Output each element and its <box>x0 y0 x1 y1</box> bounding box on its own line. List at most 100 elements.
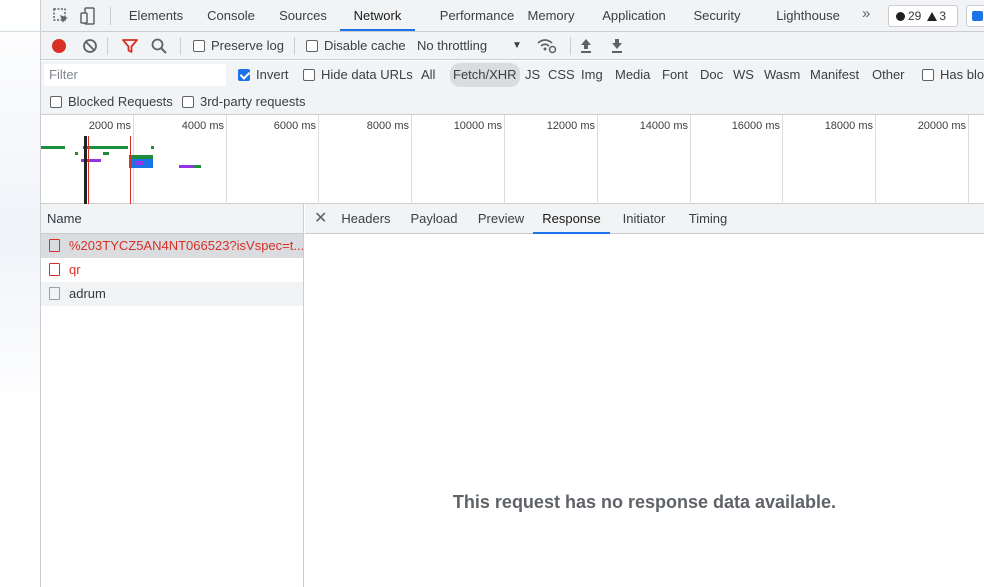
warning-triangle-icon <box>927 12 938 21</box>
error-dot-icon <box>896 12 905 21</box>
device-toolbar-icon[interactable] <box>79 6 99 26</box>
overview-grid-line <box>226 115 227 204</box>
has-blocked-cookies-checkbox[interactable]: Has blo <box>922 61 984 89</box>
filter-bar: Filter Invert Hide data URLs All Fetch/X… <box>41 61 984 115</box>
file-icon <box>49 239 60 252</box>
toolbar-separator <box>107 37 108 55</box>
type-filter-other[interactable]: Other <box>869 63 908 87</box>
download-icon[interactable] <box>610 38 624 54</box>
tab-network[interactable]: Network <box>340 0 415 31</box>
tab-payload[interactable]: Payload <box>406 204 462 234</box>
type-filter-media[interactable]: Media <box>612 63 653 87</box>
throttling-value: No throttling <box>417 38 488 53</box>
overview-tick-label: 16000 ms <box>731 120 780 132</box>
invert-checkbox[interactable]: Invert <box>238 61 289 89</box>
tab-sources[interactable]: Sources <box>271 0 335 31</box>
tab-application[interactable]: Application <box>595 0 673 31</box>
invert-label: Invert <box>256 67 289 82</box>
type-filter-css[interactable]: CSS <box>545 63 578 87</box>
overview-bar-green <box>41 146 65 149</box>
overview-tick-label: 10000 ms <box>453 120 502 132</box>
tabbar-separator <box>110 7 111 25</box>
toolbar-separator <box>180 37 181 55</box>
checkbox-box <box>193 40 205 52</box>
dom-content-loaded-line <box>84 136 87 204</box>
tab-lighthouse[interactable]: Lighthouse <box>769 0 847 31</box>
request-row[interactable]: qr <box>41 258 303 282</box>
load-event-line <box>130 136 131 204</box>
search-icon[interactable] <box>151 38 167 54</box>
request-details-pane: ✕ Headers Payload Preview Response Initi… <box>305 204 984 587</box>
overview-tick-label: 2000 ms <box>88 120 131 132</box>
hide-data-urls-checkbox[interactable]: Hide data URLs <box>303 61 413 89</box>
throttling-select[interactable]: No throttling ▼ <box>417 32 525 60</box>
overview-bar-green <box>151 146 154 149</box>
toolbar-separator <box>294 37 295 55</box>
devtools-panel: Elements Console Sources Network Perform… <box>41 0 984 587</box>
tab-initiator[interactable]: Initiator <box>615 204 673 234</box>
tab-headers[interactable]: Headers <box>337 204 395 234</box>
name-column-header[interactable]: Name <box>41 204 303 234</box>
tab-security[interactable]: Security <box>685 0 749 31</box>
filter-input[interactable]: Filter <box>44 64 226 86</box>
type-filter-manifest[interactable]: Manifest <box>807 63 862 87</box>
tab-response[interactable]: Response <box>533 204 610 234</box>
network-toolbar: Preserve log Disable cache No throttling… <box>41 32 984 60</box>
blocked-requests-checkbox[interactable]: Blocked Requests <box>50 88 173 116</box>
type-filter-fetch-xhr[interactable]: Fetch/XHR <box>450 63 520 87</box>
request-name: qr <box>69 262 81 277</box>
request-name: %203TYCZ5AN4NT066523?isVspec=t... <box>69 238 303 253</box>
tab-preview[interactable]: Preview <box>472 204 530 234</box>
clear-icon[interactable] <box>82 38 98 54</box>
overview-grid-line <box>690 115 691 204</box>
overview-grid-line <box>411 115 412 204</box>
preserve-log-checkbox[interactable]: Preserve log <box>193 32 284 60</box>
disable-cache-checkbox[interactable]: Disable cache <box>306 32 406 60</box>
inspect-element-icon[interactable] <box>51 6 71 26</box>
type-filter-img[interactable]: Img <box>578 63 606 87</box>
load-event-line <box>88 136 89 204</box>
message-icon <box>972 11 983 21</box>
overview-bar-green <box>103 152 109 155</box>
request-name: adrum <box>69 286 106 301</box>
tab-timing[interactable]: Timing <box>681 204 735 234</box>
empty-response-message: This request has no response data availa… <box>452 492 837 512</box>
more-tabs-chevron-icon[interactable]: » <box>862 5 870 22</box>
overview-grid-line <box>504 115 505 204</box>
request-row[interactable]: %203TYCZ5AN4NT066523?isVspec=t... <box>41 234 303 258</box>
third-party-requests-checkbox[interactable]: 3rd-party requests <box>182 88 306 116</box>
overview-grid-line <box>318 115 319 204</box>
request-row[interactable]: adrum <box>41 282 303 306</box>
filter-icon[interactable] <box>122 38 138 54</box>
close-icon[interactable]: ✕ <box>314 208 327 228</box>
type-filter-wasm[interactable]: Wasm <box>761 63 803 87</box>
overview-tick-label: 6000 ms <box>273 120 316 132</box>
overview-bar-green <box>83 146 128 149</box>
warning-count: 3 <box>939 9 947 23</box>
overview-grid-line <box>875 115 876 204</box>
tab-memory[interactable]: Memory <box>519 0 583 31</box>
tab-console[interactable]: Console <box>198 0 264 31</box>
upload-icon[interactable] <box>579 38 593 54</box>
checkbox-box-checked <box>238 69 250 81</box>
has-blocked-label: Has blo <box>940 67 984 82</box>
type-filter-font[interactable]: Font <box>659 63 691 87</box>
issues-button[interactable] <box>966 5 984 27</box>
tab-elements[interactable]: Elements <box>121 0 191 31</box>
type-filter-all[interactable]: All <box>418 63 438 87</box>
type-filter-js[interactable]: JS <box>522 63 543 87</box>
checkbox-box <box>182 96 194 108</box>
issue-counter[interactable]: 29 3 <box>888 5 958 27</box>
tab-performance[interactable]: Performance <box>421 0 533 31</box>
overview-bar-green <box>193 165 201 168</box>
type-filter-ws[interactable]: WS <box>730 63 757 87</box>
checkbox-box <box>306 40 318 52</box>
preserve-log-label: Preserve log <box>211 38 284 53</box>
overview-tick-label: 12000 ms <box>546 120 595 132</box>
devtools-tabbar: Elements Console Sources Network Perform… <box>41 0 984 32</box>
network-conditions-icon[interactable] <box>537 38 557 54</box>
network-overview-timeline[interactable]: 2000 ms 4000 ms 6000 ms 8000 ms 10000 ms… <box>41 115 984 204</box>
record-icon[interactable] <box>51 38 67 54</box>
error-count: 29 <box>908 9 922 23</box>
type-filter-doc[interactable]: Doc <box>697 63 726 87</box>
